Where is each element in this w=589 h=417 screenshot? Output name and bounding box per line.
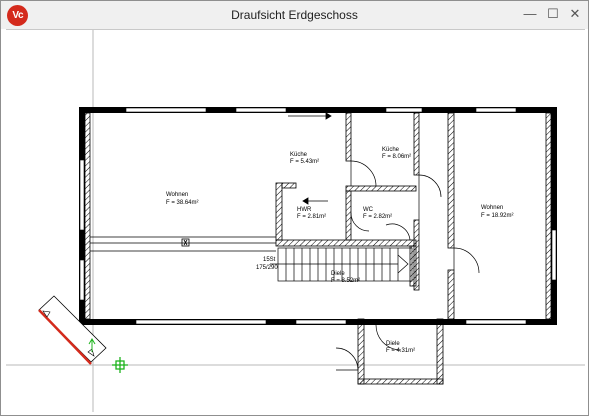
room-label-wohnen-name: Wohnen [166, 192, 188, 198]
minimize-button[interactable]: — [519, 4, 541, 24]
room-label-hwr-area: F = 2.81m² [297, 214, 326, 220]
room-label-diele2-area: F = 4.31m² [386, 348, 415, 354]
close-button[interactable]: ✕ [564, 4, 586, 24]
room-label-diele2-name: Diele [386, 341, 400, 347]
window-title: Draufsicht Erdgeschoss [231, 8, 358, 22]
room-label-wohnen2-name: Wohnen [481, 205, 503, 211]
room-label-kueche2-name: Küche [382, 147, 400, 153]
stairs-step-count: 15St [263, 257, 276, 263]
room-label-wohnen2-area: F = 18.92m² [481, 213, 514, 219]
room-label-kueche1-area: F = 5.43m² [290, 159, 319, 165]
floor-plan-drawing: Wohnen F = 38.64m² Küche F = 5.43m² Küch… [6, 30, 585, 412]
room-label-wc-area: F = 2.82m² [363, 214, 392, 220]
room-label-diele1-area: F = 8.52m² [331, 278, 360, 284]
room-label-wohnen-area: F = 38.64m² [166, 200, 199, 206]
title-bar[interactable]: Vc Draufsicht Erdgeschoss — ☐ ✕ [1, 1, 588, 29]
room-label-kueche1-name: Küche [290, 152, 308, 158]
stairs-ratio: 175/290 [256, 265, 278, 271]
compass-marker[interactable] [38, 295, 107, 365]
room-label-kueche2-area: F = 8.06m² [382, 154, 411, 160]
origin-crosshair-icon[interactable] [112, 357, 128, 373]
partition-lines [90, 236, 276, 252]
maximize-button[interactable]: ☐ [542, 4, 564, 24]
floor-plan-canvas[interactable]: Wohnen F = 38.64m² Küche F = 5.43m² Küch… [6, 29, 585, 412]
room-label-wc-name: WC [363, 207, 374, 213]
room-label-hwr-name: HWR [297, 207, 312, 213]
room-label-diele1-name: Diele [331, 271, 345, 277]
app-window: Vc Draufsicht Erdgeschoss — ☐ ✕ Wohnen F… [0, 0, 589, 416]
door-swings [335, 160, 480, 371]
